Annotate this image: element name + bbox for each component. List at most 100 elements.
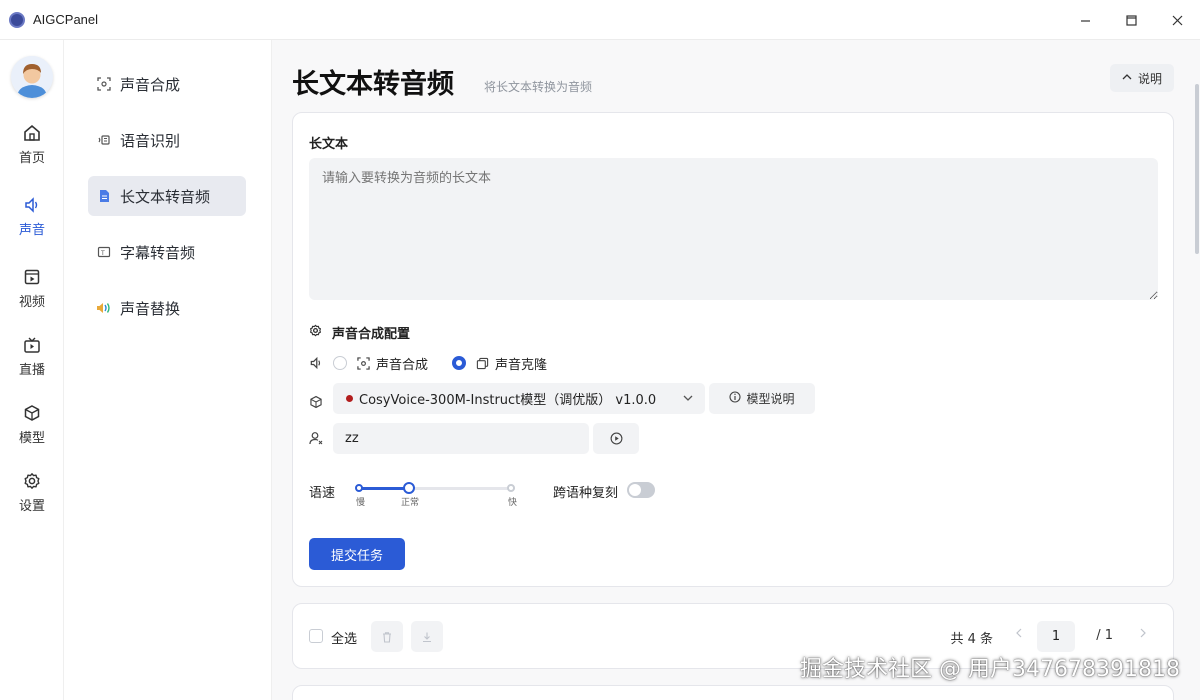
trash-icon [383, 631, 391, 643]
subnav-item-sound-replace[interactable]: 声音替换 [88, 288, 246, 328]
scan-icon [357, 356, 370, 370]
info-icon [729, 391, 742, 406]
gear-icon [22, 471, 42, 491]
rail-item-label: 设置 [18, 498, 45, 514]
sound-replace-icon [96, 300, 112, 316]
chevron-right-icon [1140, 628, 1146, 638]
chevron-left-icon [1016, 628, 1022, 638]
speed-mark-slow [355, 484, 363, 492]
scrollbar-thumb[interactable] [1195, 84, 1199, 254]
mode-label-clone: 声音克隆 [495, 357, 548, 373]
speed-slider-fill [357, 487, 409, 490]
cube-icon [22, 403, 42, 423]
speed-slider[interactable] [355, 482, 515, 494]
voice-play-button[interactable] [593, 423, 639, 454]
help-button[interactable]: 说明 [1109, 64, 1174, 92]
speed-mark-fast [507, 484, 515, 492]
avatar[interactable] [11, 56, 53, 98]
sound-icon [22, 195, 42, 215]
svg-text:T: T [100, 250, 105, 257]
form-card: 长文本 声音合成配置 声音合成 声音克隆 [292, 112, 1174, 587]
config-title: 声音合成配置 [309, 323, 410, 342]
speed-tick-slow: 慢 [356, 498, 366, 508]
minimize-icon [1080, 19, 1090, 22]
voice-select[interactable]: zz [333, 423, 589, 454]
help-label: 说明 [1137, 71, 1162, 86]
model-info-label: 模型说明 [746, 392, 795, 406]
speed-tick-normal: 正常 [401, 498, 420, 508]
model-status-dot [346, 395, 353, 402]
left-rail: 首页 声音 视频 直播 模型 设置 [0, 40, 64, 700]
subnav-item-subtitle-to-audio[interactable]: T 字幕转音频 [88, 232, 246, 272]
rail-item-live[interactable]: 直播 [0, 328, 64, 384]
model-select-value: CosyVoice-300M-Instruct模型（调优版） v1.0.0 [359, 393, 657, 408]
subnav-item-label: 字幕转音频 [120, 243, 196, 262]
app-logo-icon [9, 11, 25, 28]
mode-radio-synthesis[interactable] [333, 356, 347, 370]
page-subtitle: 将长文本转换为音频 [484, 80, 593, 94]
download-icon [423, 632, 431, 642]
speed-tick-fast: 快 [508, 498, 518, 508]
model-info-button[interactable]: 模型说明 [709, 383, 815, 414]
cross-lingual-switch[interactable] [627, 482, 655, 498]
delete-button[interactable] [371, 621, 403, 652]
subnav-item-label: 长文本转音频 [120, 187, 211, 206]
prev-page-button[interactable] [1015, 626, 1023, 642]
main-scrollbar[interactable] [1194, 40, 1200, 700]
subnav-item-label: 语音识别 [120, 131, 181, 150]
document-icon [96, 188, 112, 204]
page-title: 长文本转音频 [292, 69, 454, 100]
long-text-input[interactable] [309, 158, 1158, 300]
subnav-item-long-text-to-audio[interactable]: 长文本转音频 [88, 176, 246, 216]
subnav-item-label: 声音替换 [120, 299, 181, 318]
home-icon [22, 123, 42, 143]
play-icon [610, 432, 622, 445]
subnav-item-voice-synthesis[interactable]: 声音合成 [88, 64, 246, 104]
rail-item-label: 首页 [18, 150, 45, 166]
video-icon [22, 267, 42, 287]
subtitle-icon: T [96, 244, 112, 260]
close-button[interactable] [1154, 0, 1200, 40]
main-content: 长文本转音频 将长文本转换为音频 说明 长文本 声音合成配置 声音合成 [272, 40, 1200, 700]
next-page-button[interactable] [1139, 626, 1147, 642]
long-text-label: 长文本 [309, 137, 349, 152]
submit-task-button[interactable]: 提交任务 [309, 538, 405, 570]
select-all-label: 全选 [331, 632, 358, 647]
voice-select-value: zz [345, 431, 359, 446]
maximize-button[interactable] [1108, 0, 1154, 40]
rail-item-label: 声音 [18, 222, 45, 238]
mode-row: 声音合成 声音克隆 [309, 353, 547, 373]
app-title: AIGCPanel [33, 12, 99, 27]
gear-icon [309, 324, 322, 341]
select-all-checkbox[interactable] [309, 629, 323, 643]
window-controls [1062, 0, 1200, 40]
speed-label: 语速 [309, 486, 336, 501]
mode-radio-clone[interactable] [452, 356, 467, 370]
rail-item-label: 模型 [18, 430, 45, 446]
speaker-icon [309, 356, 323, 370]
mode-label-synthesis: 声音合成 [376, 357, 429, 373]
page-number-input[interactable]: 1 [1037, 621, 1075, 652]
rail-item-video[interactable]: 视频 [0, 260, 64, 316]
user-voice-icon [309, 431, 323, 445]
chevron-up-icon [1122, 73, 1132, 84]
maximize-icon [1125, 14, 1137, 26]
minimize-button[interactable] [1062, 0, 1108, 40]
clone-icon [476, 357, 489, 370]
rail-item-label: 视频 [18, 294, 45, 310]
speed-slider-handle[interactable] [403, 482, 415, 494]
download-button[interactable] [411, 621, 443, 652]
total-count: 共 4 条 [950, 632, 993, 647]
subnav-item-speech-recognition[interactable]: 语音识别 [88, 120, 246, 160]
rail-item-home[interactable]: 首页 [0, 116, 64, 172]
model-select[interactable]: CosyVoice-300M-Instruct模型（调优版） v1.0.0 [333, 383, 705, 414]
rail-item-model[interactable]: 模型 [0, 396, 64, 452]
title-bar: AIGCPanel [0, 0, 1200, 40]
rail-item-label: 直播 [18, 362, 45, 378]
user-avatar-icon [11, 56, 53, 98]
rail-item-sound[interactable]: 声音 [0, 188, 64, 244]
config-title-text: 声音合成配置 [332, 327, 411, 342]
subnav-item-label: 声音合成 [120, 75, 181, 94]
sub-navigation: 声音合成 语音识别 长文本转音频 T 字幕转音频 声音替换 [64, 40, 272, 700]
rail-item-settings[interactable]: 设置 [0, 464, 64, 520]
